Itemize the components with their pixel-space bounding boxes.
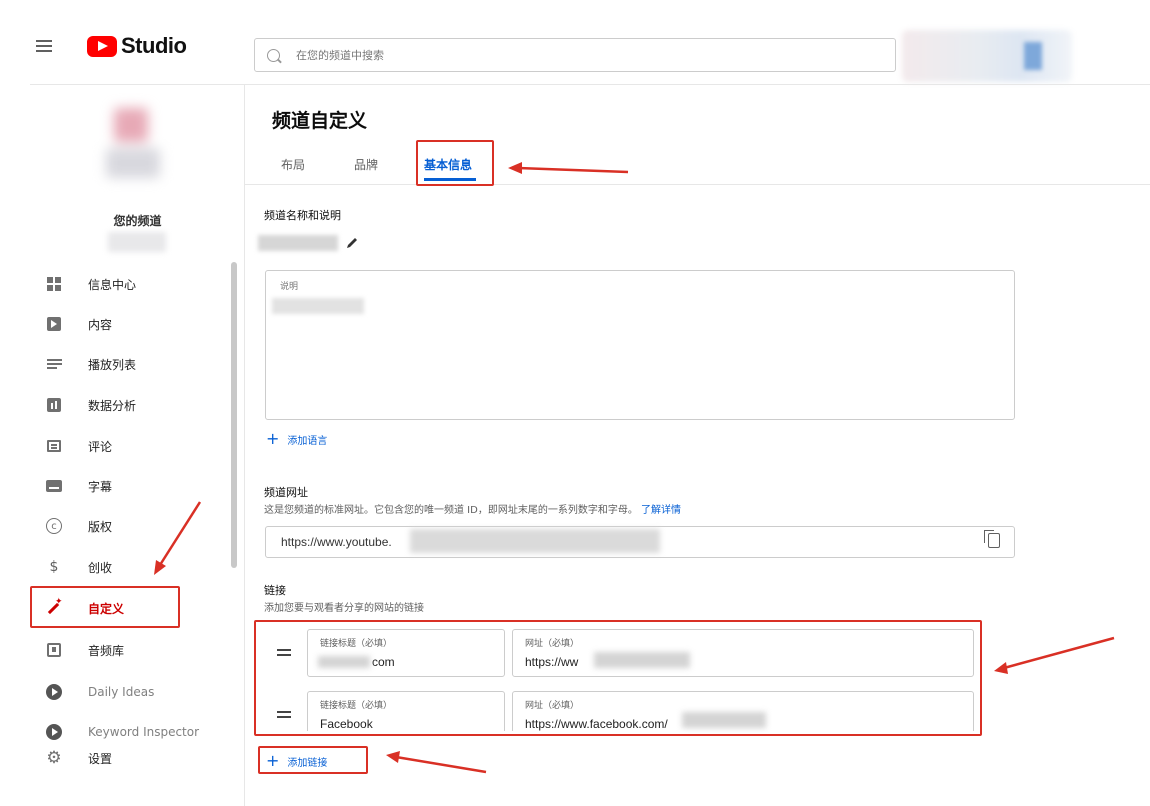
annotation-arrows — [154, 162, 1115, 774]
